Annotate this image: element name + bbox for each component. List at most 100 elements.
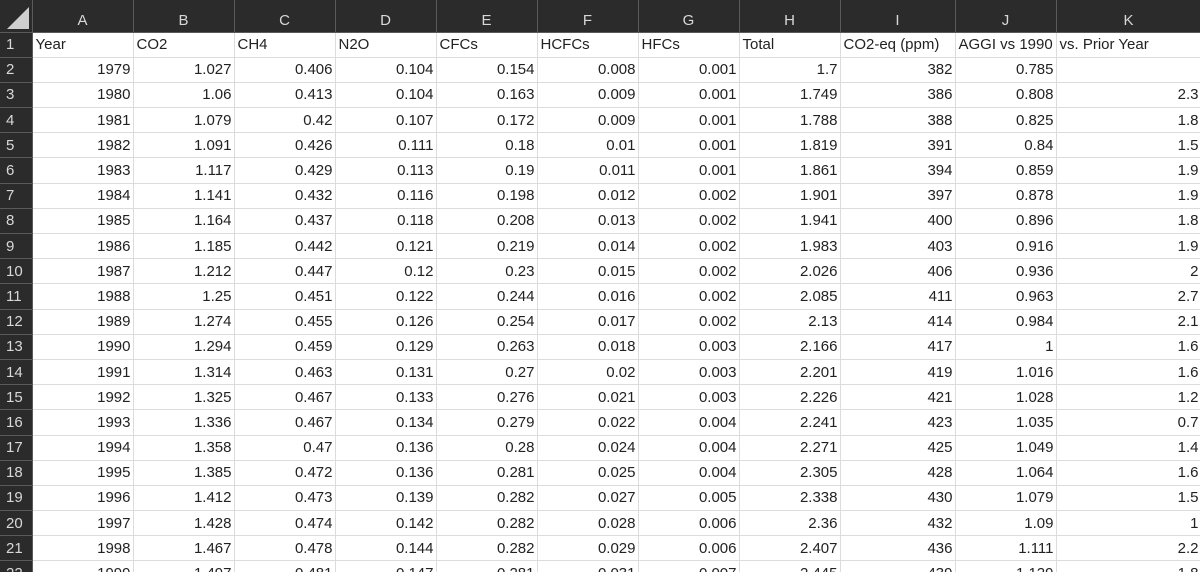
cell-aggi[interactable]: 0.963 bbox=[955, 283, 1057, 310]
cell-n2o[interactable]: 0.118 bbox=[335, 208, 437, 235]
cell-hcfcs[interactable]: 0.013 bbox=[537, 208, 639, 235]
row-number[interactable]: 20 bbox=[0, 510, 33, 537]
cell-hfcs[interactable]: 0.002 bbox=[638, 258, 740, 285]
cell-cfcs[interactable]: 0.154 bbox=[436, 57, 538, 83]
cell-cfcs[interactable]: 0.23 bbox=[436, 258, 538, 285]
cell-year[interactable]: 1983 bbox=[32, 157, 134, 184]
cell-total[interactable]: 2.226 bbox=[739, 384, 841, 411]
cell-hfcs[interactable]: 0.001 bbox=[638, 132, 740, 159]
cell-ch4[interactable]: 0.451 bbox=[234, 283, 336, 310]
cell-co2[interactable]: 1.212 bbox=[133, 258, 235, 285]
cell-ch4[interactable]: 0.467 bbox=[234, 384, 336, 411]
cell-cfcs[interactable]: 0.279 bbox=[436, 409, 538, 436]
cell-hfcs[interactable]: 0.001 bbox=[638, 107, 740, 134]
cell-n2o[interactable]: 0.113 bbox=[335, 157, 437, 184]
cell-co2[interactable]: 1.325 bbox=[133, 384, 235, 411]
header-cell-year[interactable]: Year bbox=[32, 32, 134, 58]
cell-aggi[interactable]: 0.785 bbox=[955, 57, 1057, 83]
cell-co2-eq[interactable]: 421 bbox=[840, 384, 956, 411]
cell-co2[interactable]: 1.385 bbox=[133, 460, 235, 486]
cell-n2o[interactable]: 0.126 bbox=[335, 309, 437, 335]
cell-co2[interactable]: 1.164 bbox=[133, 208, 235, 235]
cell-ch4[interactable]: 0.42 bbox=[234, 107, 336, 134]
cell-vs-prior-year[interactable]: 1.5 bbox=[1056, 132, 1200, 159]
cell-vs-prior-year[interactable]: 2.1 bbox=[1056, 309, 1200, 335]
cell-vs-prior-year[interactable]: 2 bbox=[1056, 258, 1200, 285]
row-number[interactable]: 3 bbox=[0, 82, 33, 109]
cell-co2[interactable]: 1.185 bbox=[133, 233, 235, 260]
row-number[interactable]: 4 bbox=[0, 107, 33, 134]
cell-n2o[interactable]: 0.136 bbox=[335, 460, 437, 486]
cell-hfcs[interactable]: 0.004 bbox=[638, 409, 740, 436]
cell-co2[interactable]: 1.294 bbox=[133, 334, 235, 360]
cell-vs-prior-year[interactable]: 1.6 bbox=[1056, 359, 1200, 386]
cell-cfcs[interactable]: 0.254 bbox=[436, 309, 538, 335]
cell-total[interactable]: 1.941 bbox=[739, 208, 841, 235]
cell-co2-eq[interactable]: 425 bbox=[840, 435, 956, 461]
cell-co2-eq[interactable]: 436 bbox=[840, 535, 956, 562]
column-header-f[interactable]: F bbox=[537, 0, 639, 33]
cell-co2-eq[interactable]: 400 bbox=[840, 208, 956, 235]
cell-year[interactable]: 1980 bbox=[32, 82, 134, 109]
cell-co2[interactable]: 1.06 bbox=[133, 82, 235, 109]
cell-co2[interactable]: 1.027 bbox=[133, 57, 235, 83]
cell-hcfcs[interactable]: 0.018 bbox=[537, 334, 639, 360]
cell-aggi[interactable]: 0.859 bbox=[955, 157, 1057, 184]
cell-n2o[interactable]: 0.139 bbox=[335, 485, 437, 512]
cell-total[interactable]: 2.271 bbox=[739, 435, 841, 461]
cell-ch4[interactable]: 0.437 bbox=[234, 208, 336, 235]
cell-co2-eq[interactable]: 397 bbox=[840, 183, 956, 209]
cell-hcfcs[interactable]: 0.02 bbox=[537, 359, 639, 386]
cell-ch4[interactable]: 0.463 bbox=[234, 359, 336, 386]
cell-year[interactable]: 1985 bbox=[32, 208, 134, 235]
cell-cfcs[interactable]: 0.276 bbox=[436, 384, 538, 411]
cell-cfcs[interactable]: 0.281 bbox=[436, 460, 538, 486]
cell-n2o[interactable]: 0.131 bbox=[335, 359, 437, 386]
cell-vs-prior-year[interactable]: 0.7 bbox=[1056, 409, 1200, 436]
cell-hfcs[interactable]: 0.002 bbox=[638, 208, 740, 235]
cell-hcfcs[interactable]: 0.021 bbox=[537, 384, 639, 411]
header-cell-n2o[interactable]: N2O bbox=[335, 32, 437, 58]
cell-co2[interactable]: 1.141 bbox=[133, 183, 235, 209]
cell-aggi[interactable]: 0.808 bbox=[955, 82, 1057, 109]
column-header-b[interactable]: B bbox=[133, 0, 235, 33]
row-number[interactable]: 11 bbox=[0, 283, 33, 310]
cell-hfcs[interactable]: 0.006 bbox=[638, 535, 740, 562]
cell-year[interactable]: 1989 bbox=[32, 309, 134, 335]
cell-hcfcs[interactable]: 0.011 bbox=[537, 157, 639, 184]
cell-hfcs[interactable]: 0.001 bbox=[638, 157, 740, 184]
cell-year[interactable]: 1998 bbox=[32, 535, 134, 562]
cell-aggi[interactable]: 1.049 bbox=[955, 435, 1057, 461]
cell-ch4[interactable]: 0.478 bbox=[234, 535, 336, 562]
cell-hfcs[interactable]: 0.002 bbox=[638, 183, 740, 209]
cell-total[interactable]: 1.788 bbox=[739, 107, 841, 134]
cell-co2[interactable]: 1.274 bbox=[133, 309, 235, 335]
cell-cfcs[interactable]: 0.198 bbox=[436, 183, 538, 209]
row-number[interactable]: 9 bbox=[0, 233, 33, 260]
cell-cfcs[interactable]: 0.282 bbox=[436, 510, 538, 537]
cell-hfcs[interactable]: 0.002 bbox=[638, 309, 740, 335]
cell-hcfcs[interactable]: 0.027 bbox=[537, 485, 639, 512]
cell-year[interactable]: 1979 bbox=[32, 57, 134, 83]
cell-cfcs[interactable]: 0.28 bbox=[436, 435, 538, 461]
cell-ch4[interactable]: 0.442 bbox=[234, 233, 336, 260]
cell-year[interactable]: 1999 bbox=[32, 560, 134, 572]
row-number[interactable]: 6 bbox=[0, 157, 33, 184]
cell-year[interactable]: 1992 bbox=[32, 384, 134, 411]
cell-total[interactable]: 1.749 bbox=[739, 82, 841, 109]
cell-hcfcs[interactable]: 0.017 bbox=[537, 309, 639, 335]
cell-cfcs[interactable]: 0.263 bbox=[436, 334, 538, 360]
row-number[interactable]: 15 bbox=[0, 384, 33, 411]
cell-ch4[interactable]: 0.455 bbox=[234, 309, 336, 335]
cell-hcfcs[interactable]: 0.009 bbox=[537, 82, 639, 109]
header-cell-vs-prior-year[interactable]: vs. Prior Year bbox=[1056, 32, 1200, 58]
cell-vs-prior-year[interactable]: 1.6 bbox=[1056, 460, 1200, 486]
cell-co2-eq[interactable]: 428 bbox=[840, 460, 956, 486]
column-header-e[interactable]: E bbox=[436, 0, 538, 33]
cell-aggi[interactable]: 0.984 bbox=[955, 309, 1057, 335]
cell-year[interactable]: 1995 bbox=[32, 460, 134, 486]
cell-hfcs[interactable]: 0.003 bbox=[638, 384, 740, 411]
cell-aggi[interactable]: 0.825 bbox=[955, 107, 1057, 134]
row-number[interactable]: 19 bbox=[0, 485, 33, 512]
cell-vs-prior-year[interactable]: 1.4 bbox=[1056, 435, 1200, 461]
